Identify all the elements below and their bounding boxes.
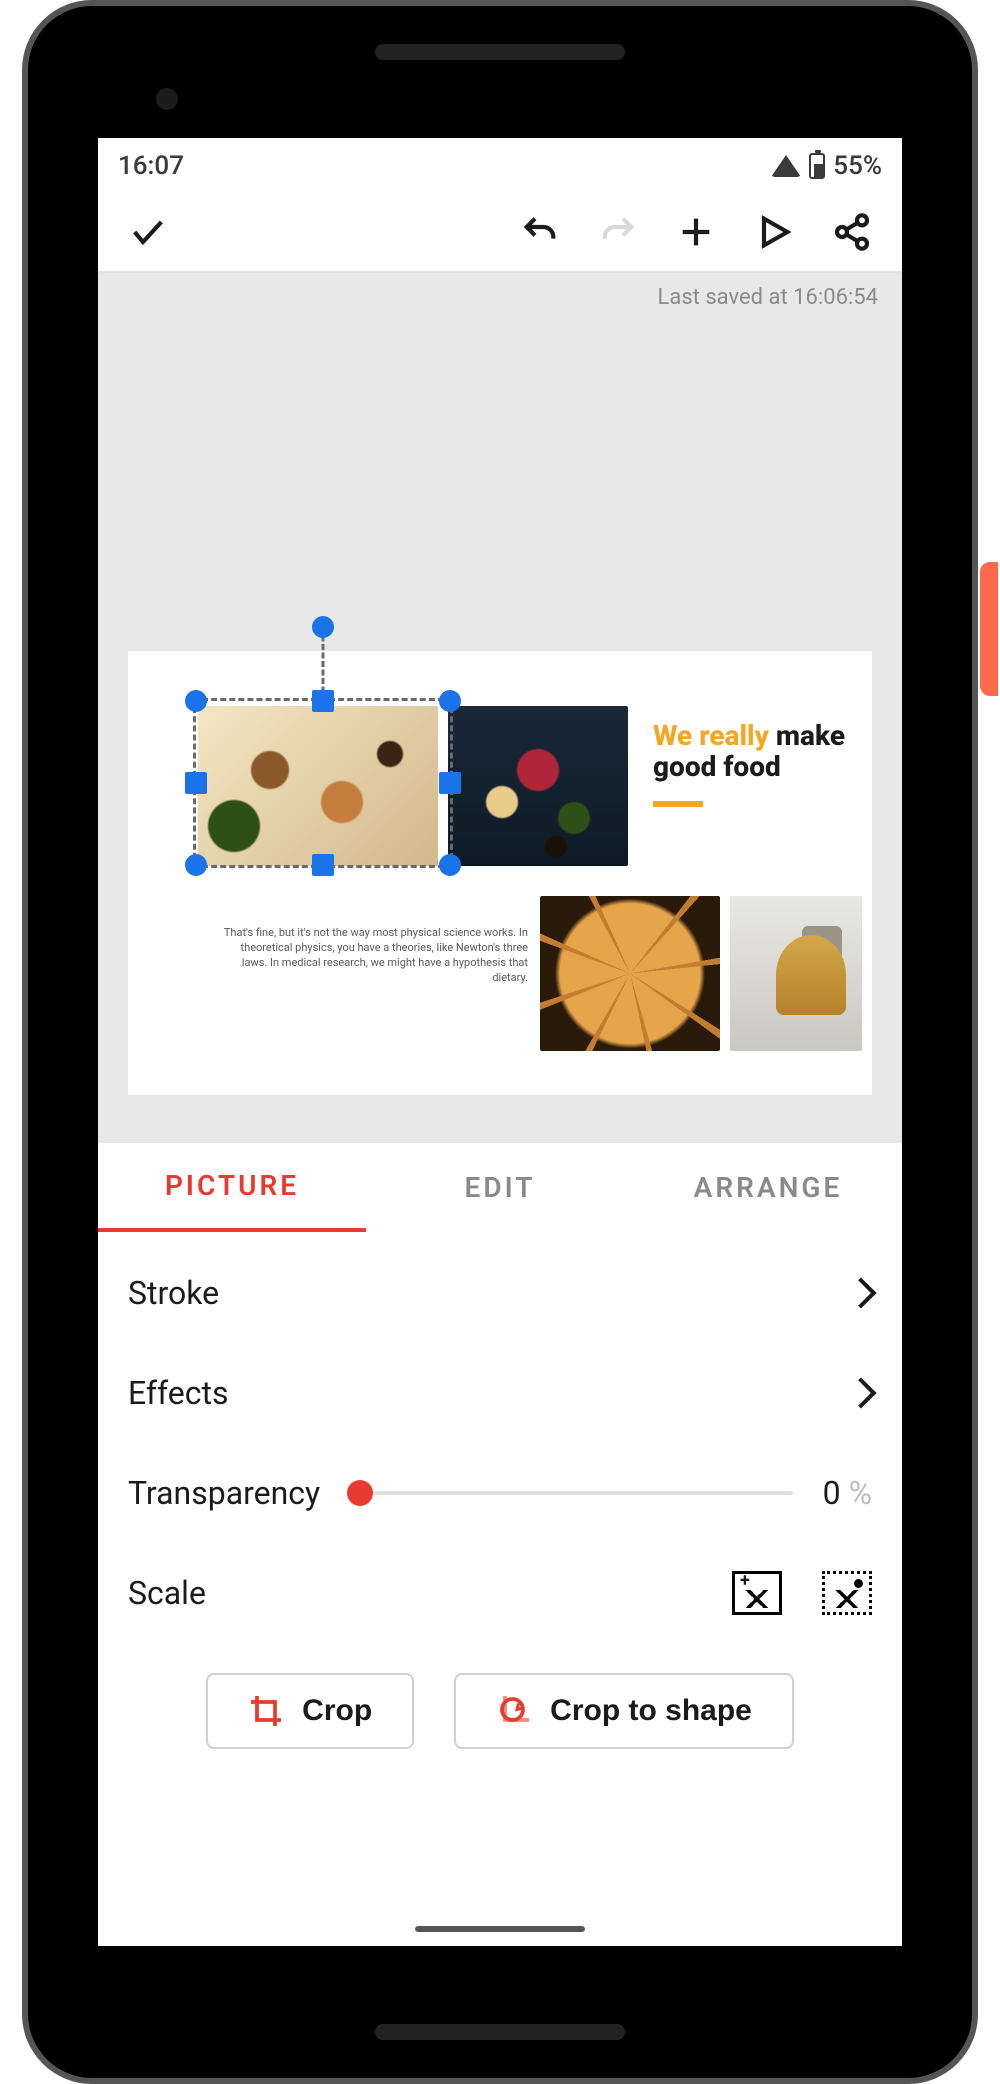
undo-button[interactable] <box>506 198 574 266</box>
crop-buttons-row: Crop Crop to shape <box>98 1643 902 1769</box>
scale-label: Scale <box>128 1574 206 1612</box>
scale-fill-button[interactable] <box>732 1571 782 1615</box>
plus-icon <box>676 212 716 252</box>
device-frame: 16:07 55% <box>22 0 978 2084</box>
speaker-bottom <box>375 2024 625 2040</box>
screen: 16:07 55% <box>98 138 902 1946</box>
transparency-unit: % <box>849 1474 872 1512</box>
canvas-area[interactable]: Last saved at 16:06:54 We really make go… <box>98 273 902 1143</box>
edge-accent <box>980 562 998 696</box>
chevron-right-icon <box>845 1377 876 1408</box>
tab-edit[interactable]: EDIT <box>366 1143 634 1232</box>
confirm-button[interactable] <box>114 198 182 266</box>
share-icon <box>832 212 872 252</box>
add-button[interactable] <box>662 198 730 266</box>
crop-button[interactable]: Crop <box>206 1673 414 1749</box>
front-camera <box>156 88 178 110</box>
headline-underline <box>653 801 703 807</box>
status-right: 55% <box>771 151 882 181</box>
redo-button <box>584 198 652 266</box>
stroke-label: Stroke <box>128 1274 219 1312</box>
clock-text: 16:07 <box>118 151 184 181</box>
battery-text: 55% <box>833 151 882 181</box>
rotate-handle[interactable] <box>312 616 334 638</box>
speaker-top <box>375 44 625 60</box>
tab-picture[interactable]: PICTURE <box>98 1143 366 1232</box>
chevron-right-icon <box>845 1277 876 1308</box>
play-icon <box>754 212 794 252</box>
scale-fit-button[interactable] <box>822 1571 872 1615</box>
slide-image-2[interactable] <box>448 706 628 866</box>
battery-icon <box>809 153 825 179</box>
play-button[interactable] <box>740 198 808 266</box>
nav-bar-handle[interactable] <box>415 1926 585 1932</box>
picture-options: Stroke Effects Transparency 0 % Scale <box>98 1233 902 1643</box>
transparency-value: 0 <box>823 1474 841 1512</box>
slide-body-text[interactable]: That's fine, but it's not the way most p… <box>218 926 528 985</box>
headline-accent: We really <box>653 719 769 752</box>
option-stroke[interactable]: Stroke <box>128 1243 872 1343</box>
option-scale: Scale <box>128 1543 872 1643</box>
option-transparency: Transparency 0 % <box>128 1443 872 1543</box>
slide[interactable]: We really make good food That's fine, bu… <box>128 651 872 1095</box>
slide-image-1[interactable] <box>198 706 438 866</box>
check-icon <box>128 212 168 252</box>
wifi-icon <box>771 155 801 177</box>
panel-tabs: PICTURE EDIT ARRANGE <box>98 1143 902 1233</box>
last-saved-text: Last saved at 16:06:54 <box>658 285 879 310</box>
option-effects[interactable]: Effects <box>128 1343 872 1443</box>
tab-arrange[interactable]: ARRANGE <box>634 1143 902 1232</box>
crop-to-shape-label: Crop to shape <box>550 1694 752 1728</box>
crop-icon <box>248 1693 284 1729</box>
slider-thumb[interactable] <box>347 1480 373 1506</box>
crop-to-shape-button[interactable]: Crop to shape <box>454 1673 794 1749</box>
slide-headline[interactable]: We really make good food <box>653 721 852 783</box>
transparency-slider[interactable] <box>360 1491 792 1495</box>
transparency-label: Transparency <box>128 1474 320 1512</box>
slide-image-3[interactable] <box>540 896 720 1051</box>
effects-label: Effects <box>128 1374 228 1412</box>
status-bar: 16:07 55% <box>98 138 902 193</box>
editor-toolbar <box>98 193 902 273</box>
crop-shape-icon <box>496 1693 532 1729</box>
redo-icon <box>598 212 638 252</box>
properties-panel: PICTURE EDIT ARRANGE Stroke Effects Tran… <box>98 1143 902 1946</box>
slide-image-4[interactable] <box>730 896 862 1051</box>
crop-label: Crop <box>302 1694 372 1728</box>
share-button[interactable] <box>818 198 886 266</box>
undo-icon <box>520 212 560 252</box>
